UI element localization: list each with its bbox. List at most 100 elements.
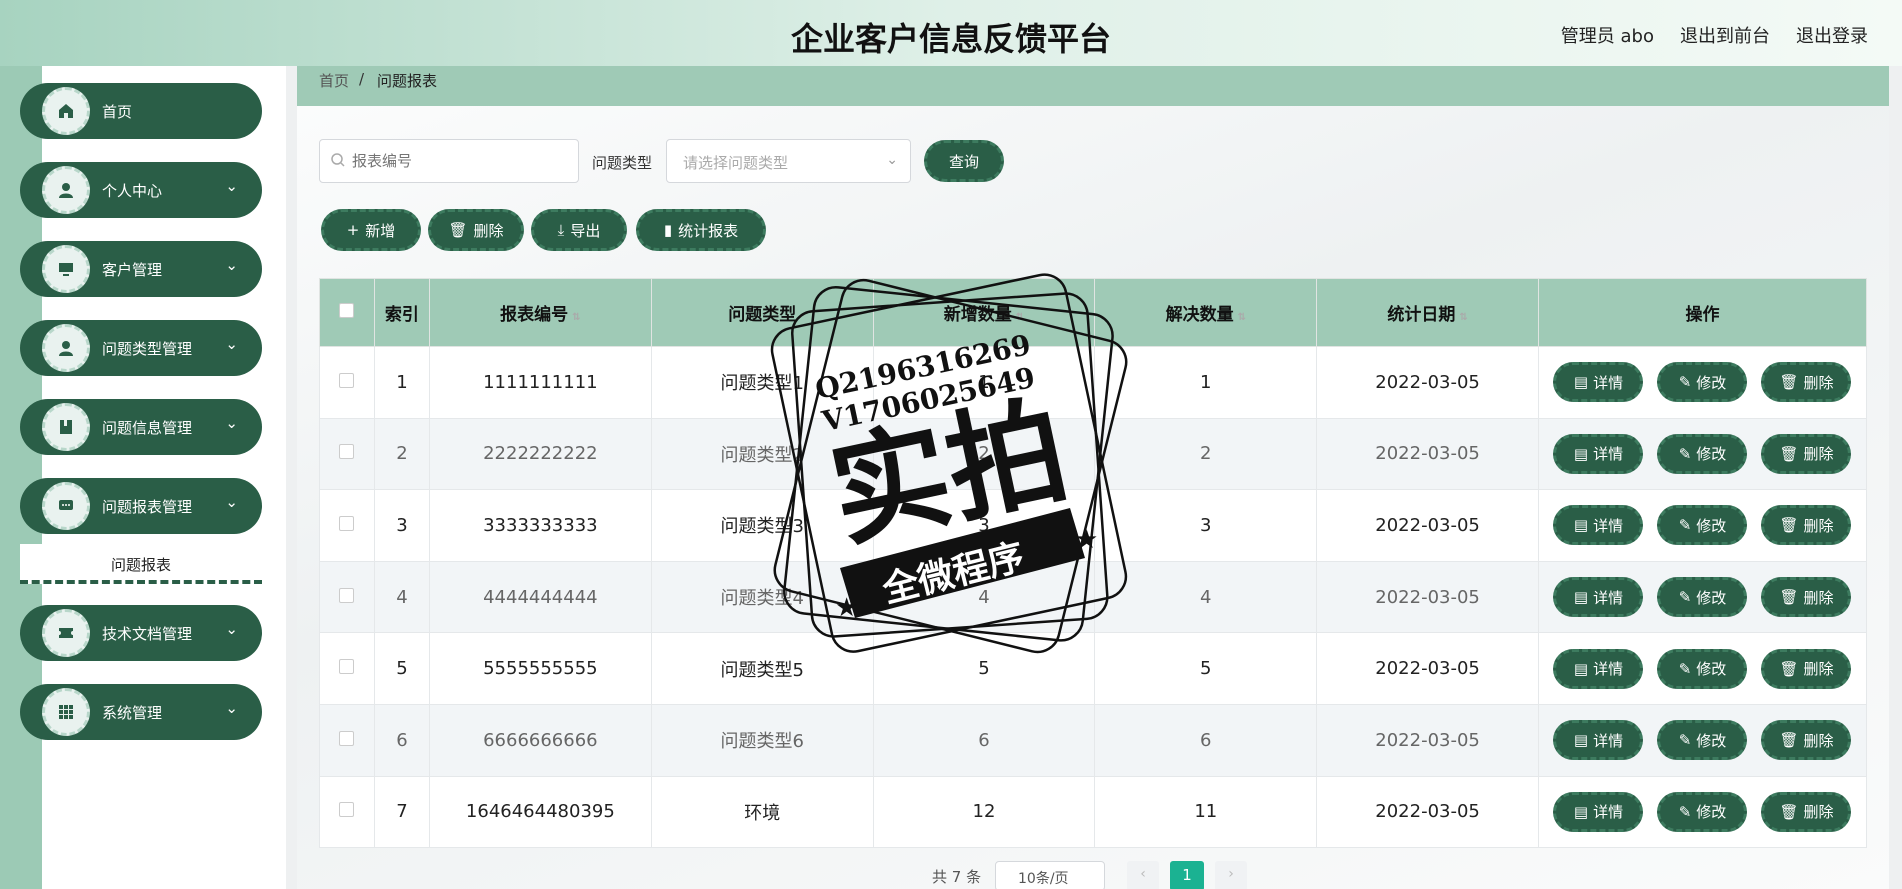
stats-report-button[interactable]: ▮ 统计报表 bbox=[636, 209, 766, 251]
row-select-cell[interactable] bbox=[319, 560, 375, 634]
trash-icon: 🗑 bbox=[1779, 373, 1799, 392]
pencil-icon: ✎ bbox=[1678, 802, 1692, 821]
row-delete-button[interactable]: 🗑 删除 bbox=[1761, 362, 1852, 403]
breadcrumb-home[interactable]: 首页 bbox=[319, 70, 349, 91]
cell-index: 6 bbox=[373, 703, 430, 777]
edit-button[interactable]: ✎ 修改 bbox=[1657, 577, 1748, 618]
row-select-cell[interactable] bbox=[319, 703, 375, 777]
report-code-search[interactable] bbox=[319, 139, 579, 183]
cell-actions: ▤ 详情 ✎ 修改 🗑 删除 bbox=[1537, 417, 1868, 491]
cell-solved: 6 bbox=[1094, 703, 1318, 777]
cell-actions: ▤ 详情 ✎ 修改 🗑 删除 bbox=[1537, 346, 1868, 419]
sidebar-item-customers[interactable]: 客户管理 ⌄ bbox=[20, 241, 262, 297]
edit-button[interactable]: ✎ 修改 bbox=[1657, 362, 1748, 403]
detail-button[interactable]: ▤ 详情 bbox=[1553, 362, 1644, 403]
detail-button[interactable]: ▤ 详情 bbox=[1553, 433, 1644, 474]
edit-button[interactable]: ✎ 修改 bbox=[1657, 791, 1748, 832]
row-delete-button[interactable]: 🗑 删除 bbox=[1761, 577, 1852, 618]
cell-index: 4 bbox=[373, 560, 430, 634]
row-delete-button[interactable]: 🗑 删除 bbox=[1761, 791, 1852, 832]
chevron-down-icon: ⌄ bbox=[225, 493, 238, 511]
row-delete-button[interactable]: 🗑 删除 bbox=[1761, 648, 1852, 689]
add-button[interactable]: + 新增 bbox=[321, 209, 421, 251]
row-checkbox[interactable] bbox=[339, 659, 355, 675]
sidebar-item-label: 首页 bbox=[102, 103, 133, 121]
pencil-icon: ✎ bbox=[1678, 444, 1692, 463]
row-select-cell[interactable] bbox=[319, 632, 375, 705]
column-header-solved[interactable]: 解决数量 ⇅ bbox=[1094, 278, 1318, 347]
export-button[interactable]: ⤓ 导出 bbox=[531, 209, 627, 251]
top-header: 企业客户信息反馈平台 管理员 abo 退出到前台 退出登录 bbox=[0, 0, 1902, 66]
chevron-down-icon: ⌄ bbox=[225, 335, 238, 353]
sidebar-item-issue-types[interactable]: 问题类型管理 ⌄ bbox=[20, 320, 262, 376]
sort-icon[interactable]: ⇅ bbox=[1016, 312, 1024, 323]
select-placeholder: 请选择问题类型 bbox=[683, 154, 789, 172]
sidebar-item-issue-info[interactable]: 问题信息管理 ⌄ bbox=[20, 399, 262, 455]
detail-button[interactable]: ▤ 详情 bbox=[1553, 505, 1644, 546]
cell-code: 3333333333 bbox=[428, 489, 652, 562]
select-all-cell[interactable] bbox=[319, 278, 375, 347]
cell-index: 3 bbox=[373, 489, 430, 562]
detail-button[interactable]: ▤ 详情 bbox=[1553, 577, 1644, 618]
sort-icon[interactable]: ⇅ bbox=[572, 312, 580, 323]
sidebar-item-label: 个人中心 bbox=[102, 182, 163, 200]
delete-button[interactable]: 🗑 删除 bbox=[428, 209, 524, 251]
cell-solved: 5 bbox=[1094, 632, 1318, 705]
edit-button[interactable]: ✎ 修改 bbox=[1657, 720, 1748, 761]
sidebar-item-personal[interactable]: 个人中心 ⌄ bbox=[20, 162, 262, 218]
cell-date: 2022-03-05 bbox=[1316, 703, 1539, 777]
issue-type-select[interactable]: 请选择问题类型 ⌄ bbox=[666, 139, 911, 183]
cell-type: 问题类型1 bbox=[650, 346, 874, 419]
row-select-cell[interactable] bbox=[319, 489, 375, 562]
row-delete-button[interactable]: 🗑 删除 bbox=[1761, 720, 1852, 761]
detail-button[interactable]: ▤ 详情 bbox=[1553, 648, 1644, 689]
row-checkbox[interactable] bbox=[339, 587, 355, 603]
sidebar-item-home[interactable]: 首页 bbox=[20, 83, 262, 139]
edit-button[interactable]: ✎ 修改 bbox=[1657, 433, 1748, 474]
detail-button[interactable]: ▤ 详情 bbox=[1553, 720, 1644, 761]
cell-actions: ▤ 详情 ✎ 修改 🗑 删除 bbox=[1537, 632, 1868, 705]
sidebar-item-issue-reports[interactable]: 问题报表管理 ⌄ bbox=[20, 478, 262, 534]
row-checkbox[interactable] bbox=[339, 730, 355, 746]
column-header-date[interactable]: 统计日期 ⇅ bbox=[1316, 278, 1539, 347]
sidebar-item-system[interactable]: 系统管理 ⌄ bbox=[20, 684, 262, 740]
cell-date: 2022-03-05 bbox=[1316, 346, 1539, 419]
column-header-added[interactable]: 新增数量 ⇅ bbox=[872, 278, 1096, 347]
column-header-index: 索引 bbox=[373, 278, 430, 347]
edit-button[interactable]: ✎ 修改 bbox=[1657, 505, 1748, 546]
row-checkbox[interactable] bbox=[339, 372, 355, 388]
row-checkbox[interactable] bbox=[339, 515, 355, 531]
page-number-current[interactable]: 1 bbox=[1170, 861, 1204, 889]
cell-code: 2222222222 bbox=[428, 417, 652, 491]
sidebar-item-label: 问题类型管理 bbox=[102, 340, 193, 358]
plus-icon: + bbox=[346, 221, 360, 239]
row-delete-button[interactable]: 🗑 删除 bbox=[1761, 505, 1852, 546]
query-button[interactable]: 查询 bbox=[924, 140, 1004, 182]
column-header-code[interactable]: 报表编号 ⇅ bbox=[428, 278, 652, 347]
sidebar-item-tech-docs[interactable]: 技术文档管理 ⌄ bbox=[20, 605, 262, 661]
detail-button[interactable]: ▤ 详情 bbox=[1553, 791, 1644, 832]
page-size-select[interactable]: 10条/页 bbox=[995, 861, 1105, 889]
select-all-checkbox[interactable] bbox=[339, 302, 355, 318]
row-checkbox[interactable] bbox=[339, 444, 355, 460]
cell-code: 1646464480395 bbox=[428, 775, 652, 849]
admin-user-link[interactable]: 管理员 abo bbox=[1561, 22, 1654, 48]
cell-index: 5 bbox=[373, 632, 430, 705]
submenu-item-issue-report[interactable]: 问题报表 bbox=[20, 544, 262, 584]
sort-icon[interactable]: ⇅ bbox=[1238, 312, 1246, 323]
cell-added: 1 bbox=[872, 346, 1096, 419]
row-select-cell[interactable] bbox=[319, 346, 375, 419]
user-icon bbox=[42, 166, 90, 214]
back-to-front-link[interactable]: 退出到前台 bbox=[1680, 22, 1770, 48]
search-input[interactable] bbox=[352, 150, 572, 172]
edit-button[interactable]: ✎ 修改 bbox=[1657, 648, 1748, 689]
prev-page-button[interactable]: ‹ bbox=[1127, 861, 1159, 889]
row-select-cell[interactable] bbox=[319, 775, 375, 849]
row-checkbox[interactable] bbox=[339, 802, 355, 818]
logout-link[interactable]: 退出登录 bbox=[1796, 22, 1868, 48]
sort-icon[interactable]: ⇅ bbox=[1459, 312, 1467, 323]
next-page-button[interactable]: › bbox=[1215, 861, 1247, 889]
row-select-cell[interactable] bbox=[319, 417, 375, 491]
row-delete-button[interactable]: 🗑 删除 bbox=[1761, 433, 1852, 474]
cell-index: 7 bbox=[373, 775, 430, 849]
